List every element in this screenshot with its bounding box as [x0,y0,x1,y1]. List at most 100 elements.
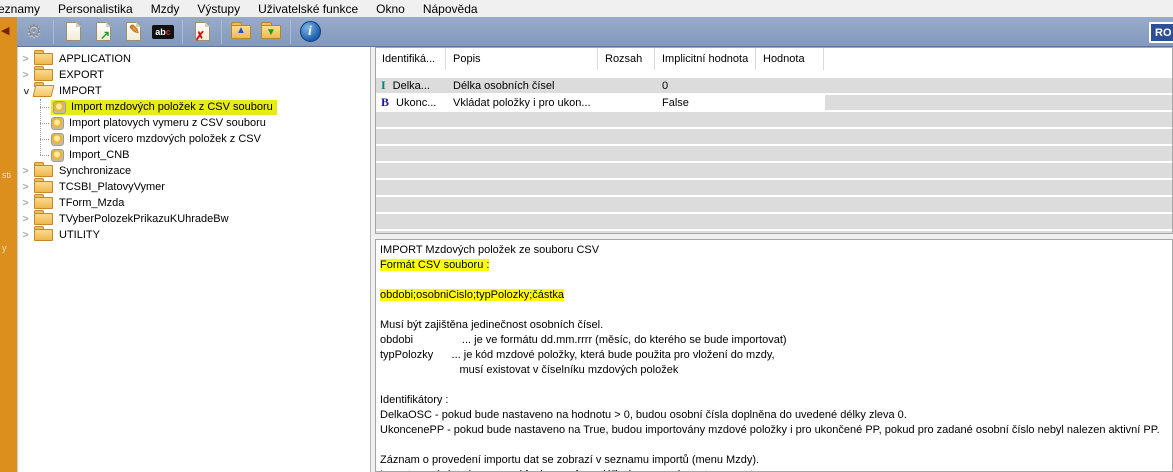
tree-item-label: APPLICATION [59,53,131,65]
tree-item-synchronizace[interactable]: > Synchronizace [18,163,370,179]
column-header-hodnota[interactable]: Hodnota [756,48,824,70]
chevron-right-icon[interactable]: > [20,54,31,65]
cell-hodnota[interactable] [756,78,824,93]
tree-item-import[interactable]: > IMPORT [18,83,370,99]
page-shape [66,22,81,41]
chevron-expanded-icon[interactable]: > [20,86,31,97]
function-icon [53,101,66,114]
description-line: UkoncenePP - pokud bude nastaveno na Tru… [380,423,1172,438]
info-glyph: i [300,21,321,42]
chevron-right-icon[interactable]: > [20,166,31,177]
strip-label-fragment: sti [2,170,11,180]
folder-shape: ▲ [231,25,251,39]
column-header-rozsah[interactable]: Rozsah [598,48,655,70]
tree-item-label: TCSBI_PlatovyVymer [59,181,165,193]
tree-item-utility[interactable]: > UTILITY [18,227,370,243]
folder-icon [34,165,53,177]
cell-popis: Vkládat položky i pro ukon... [446,95,598,110]
abc-badge: abc [152,25,174,39]
column-header-implicitni-hodnota[interactable]: Implicitní hodnota [655,48,756,70]
delete-document-icon[interactable]: ✗ [191,21,213,43]
tree-item-tvyberpolozek[interactable]: > TVyberPolozekPrikazuKUhradeBw [18,211,370,227]
folder-icon [34,69,53,81]
open-document-icon[interactable]: ↗ [92,21,114,43]
menu-item-okno[interactable]: Okno [367,2,414,16]
highlighted-text: obdobi;osobniCislo;typPolozky;částka [380,289,564,301]
description-line [380,438,1172,453]
cell-hodnota[interactable] [756,95,824,110]
chevron-right-icon[interactable]: > [20,198,31,209]
description-line: Formát CSV souboru : [380,258,1172,273]
pencil-glyph: ✎ [129,23,140,36]
tree-item-label: Import vícero mzdových položek z CSV [69,133,261,145]
description-panel: IMPORT Mzdových položek ze souboru CSV F… [375,239,1173,472]
strip-label-fragment: y [2,243,7,253]
new-document-icon[interactable] [62,21,84,43]
edit-document-icon[interactable]: ✎ [122,21,144,43]
line-text: Záznam o provedení importu dat se zobraz… [380,454,759,466]
chevron-right-icon[interactable]: > [20,182,31,193]
tree-item-label: TVyberPolozekPrikazuKUhradeBw [59,213,229,225]
line-text: musí existovat v číselníku mzdových polo… [380,364,678,376]
folder-icon [34,197,53,209]
toolbar-separator [221,20,222,44]
type-integer-icon: I [381,78,386,93]
table-row[interactable]: BUkonc... Vkládat položky i pro ukon... … [376,95,825,110]
cell-text: Ukonc... [396,97,436,109]
abc-spellcheck-icon[interactable]: abc [152,21,174,43]
docked-panel-strip[interactable]: ◀ sti y [0,17,17,472]
folder-icon [34,181,53,193]
folder-export-icon[interactable]: ▼ [260,21,282,43]
parameter-grid: Identifiká... Popis Rozsah Implicitní ho… [375,47,1173,234]
selected-highlight: Import mzdových položek z CSV souboru [51,100,277,115]
tree-item-import-mzdovych-polozek[interactable]: Import mzdových položek z CSV souboru [18,99,370,115]
cell-popis: Délka osobních čísel [446,78,598,93]
description-line: obdobi;osobniCislo;typPolozky;částka [380,288,1172,303]
gear-icon[interactable]: ⚙ [23,21,45,43]
cell-implicitni-hodnota: False [655,95,756,110]
function-icon [51,133,64,146]
tree-item-import-platovych-vymeru[interactable]: Import platovych vymeru z CSV souboru [18,115,370,131]
gear-glyph: ⚙ [26,21,42,42]
cell-implicitni-hodnota: 0 [655,78,756,93]
tree-item-application[interactable]: > APPLICATION [18,51,370,67]
cell-text: Delka... [393,80,430,92]
tree-item-tform-mzda[interactable]: > TForm_Mzda [18,195,370,211]
info-icon[interactable]: i [299,21,321,43]
table-row[interactable]: I Delka... Délka osobních čísel 0 [376,78,1172,93]
tree-item-import-vicero[interactable]: Import vícero mzdových položek z CSV [18,131,370,147]
tree-connector-line [40,99,41,155]
abc-white-text: ab [155,27,166,37]
grid-header-row: Identifiká... Popis Rozsah Implicitní ho… [376,48,1172,70]
description-line: DelkaOSC - pokud bude nastaveno na hodno… [380,408,1172,423]
red-x-glyph: ✗ [195,30,205,42]
column-header-identifikator[interactable]: Identifiká... [376,48,446,70]
tree-item-import-cnb[interactable]: Import_CNB [18,147,370,163]
line-text: IMPORT Mzdových položek ze souboru CSV [380,244,599,256]
highlighted-text: Formát CSV souboru : [380,259,489,271]
line-text: obdobi ... je ve formátu dd.mm.rrrr (měs… [380,334,787,346]
green-down-arrow-glyph: ▼ [266,28,276,38]
tree-item-export[interactable]: > EXPORT [18,67,370,83]
tree-item-label: Import_CNB [69,149,130,161]
menu-item-personalistika[interactable]: Personalistika [49,2,142,16]
folder-shape: ▼ [261,25,281,39]
chevron-right-icon[interactable]: > [20,70,31,81]
tree-item-label: EXPORT [59,69,104,81]
menu-item-mzdy[interactable]: Mzdy [142,2,189,16]
tree-item-tcsbi-platovyvymer[interactable]: > TCSBI_PlatovyVymer [18,179,370,195]
description-line: Musí být zajištěna jedinečnost osobních … [380,318,1172,333]
chevron-right-icon[interactable]: > [20,214,31,225]
description-line: obdobi ... je ve formátu dd.mm.rrrr (měs… [380,333,1172,348]
menu-item-seznamy[interactable]: eznamy [0,2,49,16]
line-text: UkoncenePP - pokud bude nastaveno na Tru… [380,424,1160,436]
description-line: IMPORT Mzdových položek ze souboru CSV [380,243,1172,258]
collapse-left-icon[interactable]: ◀ [1,24,9,37]
line-text: Identifikátory : [380,394,448,406]
chevron-right-icon[interactable]: > [20,230,31,241]
menu-item-napoveda[interactable]: Nápověda [414,2,487,16]
column-header-popis[interactable]: Popis [446,48,598,70]
folder-import-icon[interactable]: ▲ [230,21,252,43]
menu-item-uzivatelske-funkce[interactable]: Uživatelské funkce [249,2,367,16]
menu-item-vystupy[interactable]: Výstupy [188,2,249,16]
